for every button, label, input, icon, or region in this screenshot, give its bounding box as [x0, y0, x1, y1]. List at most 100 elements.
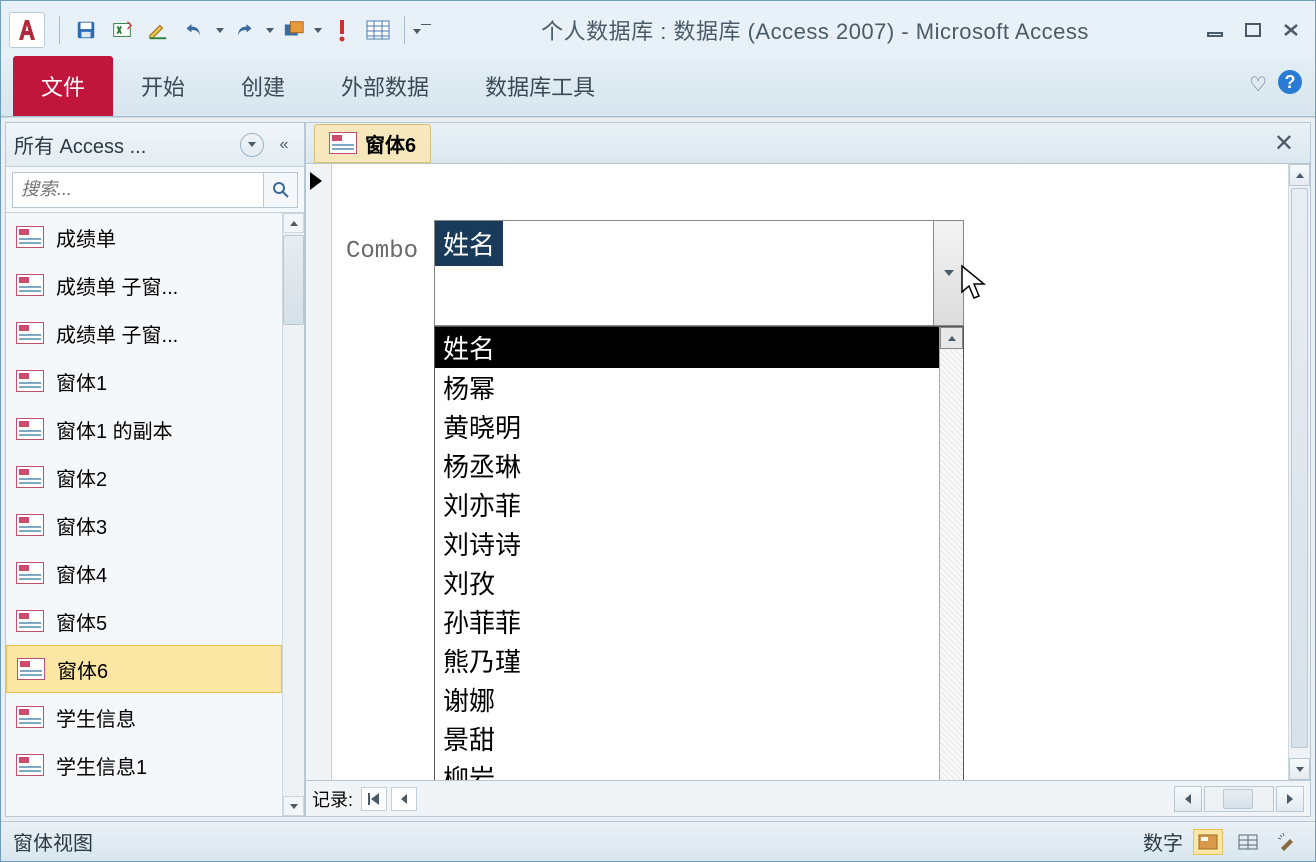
combo-box[interactable]: 姓名 — [434, 220, 964, 326]
document-tab[interactable]: 窗体6 — [314, 124, 431, 163]
vscroll-down[interactable] — [1289, 758, 1310, 780]
nav-item[interactable]: 窗体3 — [6, 501, 282, 549]
dropdown-item[interactable]: 孙菲菲 — [435, 602, 963, 641]
nav-item-label: 学生信息 — [56, 703, 136, 732]
dropdown-item[interactable]: 杨丞琳 — [435, 446, 963, 485]
titlebar: 个人数据库 : 数据库 (Access 2007) - Microsoft Ac… — [1, 1, 1315, 59]
scroll-down-button[interactable] — [283, 796, 304, 816]
dropdown-item[interactable]: 景甜 — [435, 719, 963, 758]
vscroll-thumb[interactable] — [1291, 188, 1308, 748]
dropdown-item[interactable]: 杨幂 — [435, 368, 963, 407]
undo-dropdown[interactable] — [214, 13, 226, 47]
redo-button[interactable] — [226, 13, 262, 47]
document-tab-label: 窗体6 — [365, 129, 416, 158]
current-record-indicator — [310, 172, 322, 190]
nav-item[interactable]: 成绩单 子窗... — [6, 261, 282, 309]
status-mode: 数字 — [1143, 827, 1183, 856]
nav-item[interactable]: 窗体6 — [6, 645, 282, 693]
design-view-button[interactable] — [1273, 829, 1303, 855]
switch-window-dropdown[interactable] — [312, 13, 324, 47]
combo-dropdown-button[interactable] — [933, 221, 963, 325]
tab-file[interactable]: 文件 — [13, 56, 113, 116]
dropdown-scrollbar[interactable] — [939, 327, 963, 781]
heart-icon[interactable]: ♡ — [1249, 72, 1267, 97]
dropdown-header[interactable]: 姓名 — [435, 327, 963, 368]
dropdown-item[interactable]: 刘孜 — [435, 563, 963, 602]
vscroll-up[interactable] — [1289, 164, 1310, 186]
datasheet-button[interactable] — [360, 13, 396, 47]
tab-create[interactable]: 创建 — [213, 56, 313, 116]
excel-export-button[interactable] — [104, 13, 140, 47]
dropdown-item[interactable]: 熊乃瑾 — [435, 641, 963, 680]
redo-dropdown[interactable] — [264, 13, 276, 47]
combo-dropdown-list: 姓名 杨幂黄晓明杨丞琳刘亦菲刘诗诗刘孜孙菲菲熊乃瑾谢娜景甜柳岩林志玲弦子温岚 — [434, 326, 964, 781]
document-vscrollbar[interactable] — [1288, 164, 1310, 780]
document-area: 窗体6 ✕ Combo 姓名 姓名 杨幂黄晓明杨丞琳刘亦 — [305, 122, 1311, 817]
nav-item[interactable]: 窗体1 的副本 — [6, 405, 282, 453]
nav-item[interactable]: 成绩单 — [6, 213, 282, 261]
nav-item[interactable]: 学生信息1 — [6, 741, 282, 789]
quick-edit-button[interactable] — [140, 13, 176, 47]
record-selector[interactable] — [306, 164, 332, 780]
close-button[interactable] — [1275, 18, 1307, 42]
nav-collapse-button[interactable]: « — [272, 133, 296, 157]
form-icon — [329, 132, 357, 154]
hscroll-thumb[interactable] — [1223, 789, 1253, 809]
ribbon-tabs: 文件 开始 创建 外部数据 数据库工具 ♡ ? — [1, 59, 1315, 117]
form-body: Combo 姓名 姓名 杨幂黄晓明杨丞琳刘亦菲刘诗诗刘孜孙菲菲熊乃瑾谢娜景甜柳岩… — [332, 164, 1288, 780]
qat-customize[interactable] — [413, 13, 431, 47]
scroll-up-button[interactable] — [283, 213, 304, 233]
help-button[interactable]: ? — [1277, 69, 1303, 100]
alert-icon[interactable] — [324, 13, 360, 47]
minimize-button[interactable] — [1199, 18, 1231, 42]
undo-group — [176, 13, 226, 47]
nav-item-label: 学生信息1 — [56, 751, 147, 780]
tab-dbtools[interactable]: 数据库工具 — [457, 56, 623, 116]
dropdown-item[interactable]: 刘亦菲 — [435, 485, 963, 524]
search-input[interactable] — [12, 172, 264, 208]
prev-record-button[interactable] — [391, 787, 417, 811]
tab-external[interactable]: 外部数据 — [313, 56, 457, 116]
hscroll-track[interactable] — [1204, 786, 1274, 812]
app-icon[interactable] — [9, 12, 45, 48]
maximize-button[interactable] — [1237, 18, 1269, 42]
hscroll-right[interactable] — [1276, 786, 1304, 812]
hscroll-left[interactable] — [1174, 786, 1202, 812]
navigation-pane: 所有 Access ... « 成绩单成绩单 子窗...成绩单 子窗...窗体1… — [5, 122, 305, 817]
form-view-button[interactable] — [1193, 829, 1223, 855]
cursor-icon — [960, 264, 988, 300]
document-close-button[interactable]: ✕ — [1266, 129, 1302, 158]
undo-button[interactable] — [176, 13, 212, 47]
nav-item[interactable]: 窗体1 — [6, 357, 282, 405]
nav-item-label: 窗体3 — [56, 511, 107, 540]
dropdown-item[interactable]: 谢娜 — [435, 680, 963, 719]
nav-item[interactable]: 窗体5 — [6, 597, 282, 645]
dropdown-item[interactable]: 黄晓明 — [435, 407, 963, 446]
form-icon — [16, 466, 44, 488]
svg-text:?: ? — [1285, 72, 1296, 92]
window-title: 个人数据库 : 数据库 (Access 2007) - Microsoft Ac… — [431, 14, 1199, 46]
tab-home[interactable]: 开始 — [113, 56, 213, 116]
combo-label: Combo — [346, 238, 418, 265]
nav-item[interactable]: 窗体2 — [6, 453, 282, 501]
scroll-thumb[interactable] — [283, 235, 304, 325]
dropdown-scroll-track[interactable] — [940, 349, 963, 781]
form-icon — [16, 754, 44, 776]
nav-item[interactable]: 学生信息 — [6, 693, 282, 741]
search-button[interactable] — [264, 172, 298, 208]
first-record-button[interactable] — [361, 787, 387, 811]
nav-header[interactable]: 所有 Access ... « — [6, 123, 304, 167]
dropdown-item[interactable]: 刘诗诗 — [435, 524, 963, 563]
dropdown-scroll-up[interactable] — [940, 327, 963, 349]
save-button[interactable] — [68, 13, 104, 47]
datasheet-view-button[interactable] — [1233, 829, 1263, 855]
nav-filter-dropdown[interactable] — [240, 133, 264, 157]
switch-window-button[interactable] — [276, 13, 312, 47]
dropdown-item[interactable]: 柳岩 — [435, 758, 963, 781]
nav-scrollbar[interactable] — [282, 213, 304, 816]
nav-item[interactable]: 窗体4 — [6, 549, 282, 597]
nav-item[interactable]: 成绩单 子窗... — [6, 309, 282, 357]
nav-item-label: 成绩单 子窗... — [56, 319, 178, 348]
status-view-label: 窗体视图 — [13, 827, 1143, 856]
form-icon — [16, 322, 44, 344]
